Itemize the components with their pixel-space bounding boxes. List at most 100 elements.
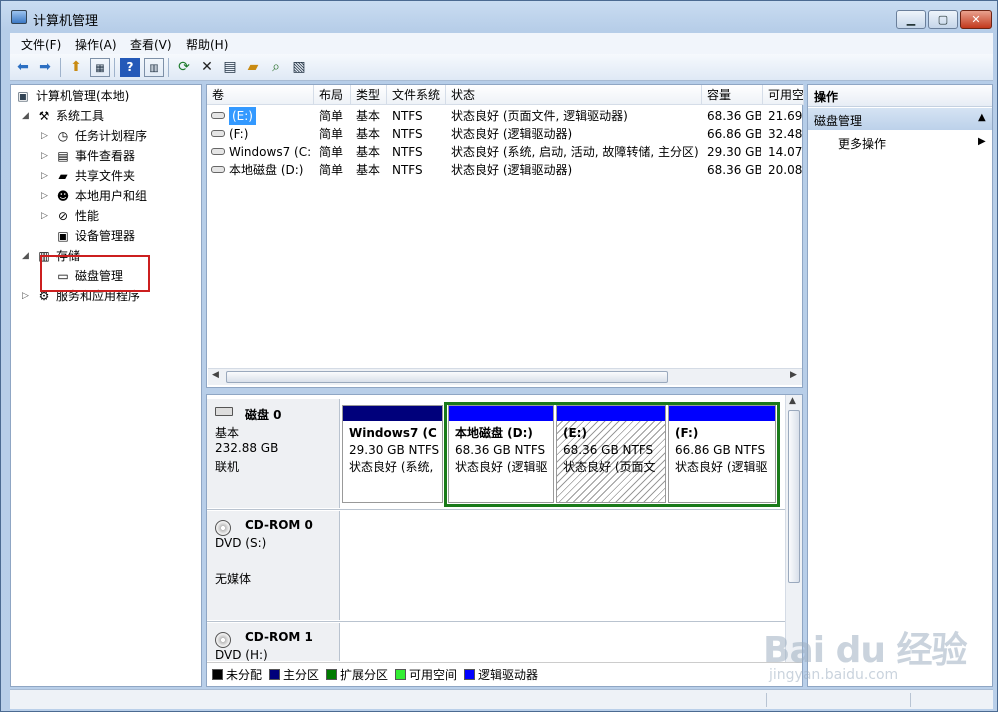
back-arrow-icon[interactable]: ⬅	[13, 58, 33, 77]
legend-label-logical: 逻辑驱动器	[478, 668, 539, 682]
shared-folder-icon: ▰	[58, 169, 68, 183]
cell-type: 基本	[356, 163, 381, 177]
horizontal-scroll-thumb[interactable]	[226, 371, 668, 383]
column-header-free[interactable]: 可用空	[763, 85, 804, 105]
expand-arrow-icon[interactable]: ▷	[22, 287, 29, 305]
title-bar[interactable]: 计算机管理 ▁ ▢ ✕	[1, 1, 997, 33]
collapse-arrow-icon[interactable]: ◢	[22, 107, 29, 125]
tree-item-6[interactable]: ▣ 设备管理器	[11, 227, 201, 245]
horizontal-scrollbar[interactable]: ◀ ▶	[208, 368, 802, 385]
cell-fs: NTFS	[392, 163, 423, 177]
column-header-type[interactable]: 类型	[351, 85, 387, 105]
scroll-left-arrow-icon[interactable]: ◀	[212, 370, 219, 380]
volume-drive-icon	[211, 130, 225, 137]
device-manager-icon: ▣	[57, 229, 69, 243]
tree-item-0[interactable]: ◢ ⚒ 系统工具	[11, 107, 201, 125]
partition-f-name: (F:)	[675, 426, 699, 440]
tree-item-1[interactable]: ▷ ◷ 任务计划程序	[11, 127, 201, 145]
partition-d-status: 状态良好 (逻辑驱	[455, 460, 548, 474]
minimize-button[interactable]: ▁	[896, 10, 926, 29]
cell-volume: (E:)	[229, 107, 256, 125]
partition-d[interactable]: 本地磁盘 (D:) 68.36 GB NTFS 状态良好 (逻辑驱	[448, 405, 554, 503]
partition-f[interactable]: (F:) 66.86 GB NTFS 状态良好 (逻辑驱	[668, 405, 776, 503]
cell-status: 状态良好 (逻辑驱动器)	[451, 127, 573, 141]
cdrom-1-info[interactable]: CD-ROM 1 DVD (H:)	[207, 623, 340, 662]
more-actions-item[interactable]: 更多操作 ▶	[808, 133, 992, 153]
open-icon[interactable]: ▰	[243, 58, 263, 77]
vertical-scrollbar[interactable]: ▲	[785, 395, 802, 662]
performance-icon: ⊘	[57, 209, 69, 223]
computer-icon: ▣	[17, 89, 29, 103]
tree-item-3[interactable]: ▷ ▰ 共享文件夹	[11, 167, 201, 185]
hard-disk-icon	[215, 407, 233, 416]
cell-free: 20.08	[768, 163, 802, 177]
actions-header: 操作	[814, 90, 839, 104]
computer-management-icon	[11, 10, 27, 24]
collapse-arrow-icon[interactable]: ▲	[978, 112, 986, 123]
disk-0-info[interactable]: 磁盘 0 基本 232.88 GB 联机	[207, 399, 340, 508]
legend-swatch-free	[395, 669, 406, 680]
column-header-layout[interactable]: 布局	[314, 85, 351, 105]
navigation-tree: ▣ 计算机管理(本地) ◢ ⚒ 系统工具 ▷ ◷ 任务计划程序 ▷ ▤ 事件查看器 ▷ ▰ 共享文件夹…	[10, 84, 202, 687]
vertical-scroll-thumb[interactable]	[788, 410, 800, 583]
partition-f-size: 66.86 GB NTFS	[675, 443, 766, 457]
partition-e-status: 状态良好 (页面文	[563, 460, 656, 474]
partition-d-name: 本地磁盘 (D:)	[455, 426, 533, 440]
actions-section-disk-management[interactable]: 磁盘管理 ▲	[808, 108, 992, 130]
delete-icon[interactable]: ✕	[197, 58, 217, 77]
menu-view[interactable]: 查看(V)	[130, 36, 172, 53]
tree-item-5[interactable]: ▷ ⊘ 性能	[11, 207, 201, 225]
partition-e-size: 68.36 GB NTFS	[563, 443, 654, 457]
show-hide-tree-icon[interactable]: ▦	[90, 58, 110, 77]
expand-arrow-icon[interactable]: ▷	[41, 187, 48, 205]
table-row[interactable]: (E:) 简单 基本 NTFS 状态良好 (页面文件, 逻辑驱动器) 68.36 GB 21…	[207, 107, 802, 125]
volume-drive-icon	[211, 112, 225, 119]
tree-item-4[interactable]: ▷ ☻ 本地用户和组	[11, 187, 201, 205]
cdrom-0-info[interactable]: CD-ROM 0 DVD (S:) 无媒体	[207, 511, 340, 620]
table-row[interactable]: (F:) 简单 基本 NTFS 状态良好 (逻辑驱动器) 66.86 GB 32.48	[207, 125, 802, 143]
column-header-volume[interactable]: 卷	[207, 85, 314, 105]
volume-drive-icon	[211, 166, 225, 173]
restore-button[interactable]: ▢	[928, 10, 958, 29]
expand-arrow-icon[interactable]: ▷	[41, 167, 48, 185]
expand-arrow-icon[interactable]: ▷	[41, 147, 48, 165]
menu-help[interactable]: 帮助(H)	[186, 36, 228, 53]
column-header-capacity[interactable]: 容量	[702, 85, 763, 105]
properties-pane-icon[interactable]: ▥	[144, 58, 164, 77]
menu-file[interactable]: 文件(F)	[21, 36, 61, 53]
tree-item-2[interactable]: ▷ ▤ 事件查看器	[11, 147, 201, 165]
cdrom-0-name: CD-ROM 0	[245, 518, 313, 532]
legend-swatch-primary	[269, 669, 280, 680]
cell-type: 基本	[356, 109, 381, 123]
collapse-arrow-icon[interactable]: ◢	[22, 247, 29, 265]
properties-icon[interactable]: ▤	[220, 58, 240, 77]
legend-swatch-unallocated	[212, 669, 223, 680]
cell-layout: 简单	[319, 109, 344, 123]
partition-c[interactable]: Windows7 (C 29.30 GB NTFS 状态良好 (系统,	[342, 405, 443, 503]
export-icon[interactable]: ▧	[289, 58, 309, 77]
clock-icon: ◷	[57, 129, 69, 143]
column-header-filesystem[interactable]: 文件系统	[387, 85, 446, 105]
table-row[interactable]: Windows7 (C:) 简单 基本 NTFS 状态良好 (系统, 启动, 活动, 故…	[207, 143, 802, 161]
menu-action[interactable]: 操作(A)	[75, 36, 117, 53]
partition-f-status: 状态良好 (逻辑驱	[675, 460, 768, 474]
partition-c-status: 状态良好 (系统,	[349, 460, 434, 474]
scroll-up-arrow-icon[interactable]: ▲	[789, 396, 796, 406]
up-folder-icon[interactable]: ⬆	[66, 58, 86, 77]
search-icon[interactable]: ⌕	[266, 58, 286, 77]
status-bar	[10, 689, 993, 709]
help-icon[interactable]: ?	[120, 58, 140, 77]
table-row[interactable]: 本地磁盘 (D:) 简单 基本 NTFS 状态良好 (逻辑驱动器) 68.36 GB 20.…	[207, 161, 802, 179]
refresh-icon[interactable]: ⟳	[174, 58, 194, 77]
scroll-right-arrow-icon[interactable]: ▶	[790, 370, 797, 380]
menu-bar: 文件(F) 操作(A) 查看(V) 帮助(H)	[10, 33, 993, 54]
column-header-status[interactable]: 状态	[446, 85, 702, 105]
legend-label-extended: 扩展分区	[340, 668, 389, 682]
close-button[interactable]: ✕	[960, 10, 992, 29]
tree-item-label: 任务计划程序	[75, 129, 148, 143]
forward-arrow-icon[interactable]: ➡	[35, 58, 55, 77]
expand-arrow-icon[interactable]: ▷	[41, 127, 48, 145]
expand-arrow-icon[interactable]: ▷	[41, 207, 48, 225]
partition-e[interactable]: (E:) 68.36 GB NTFS 状态良好 (页面文	[556, 405, 666, 503]
legend-swatch-extended	[326, 669, 337, 680]
